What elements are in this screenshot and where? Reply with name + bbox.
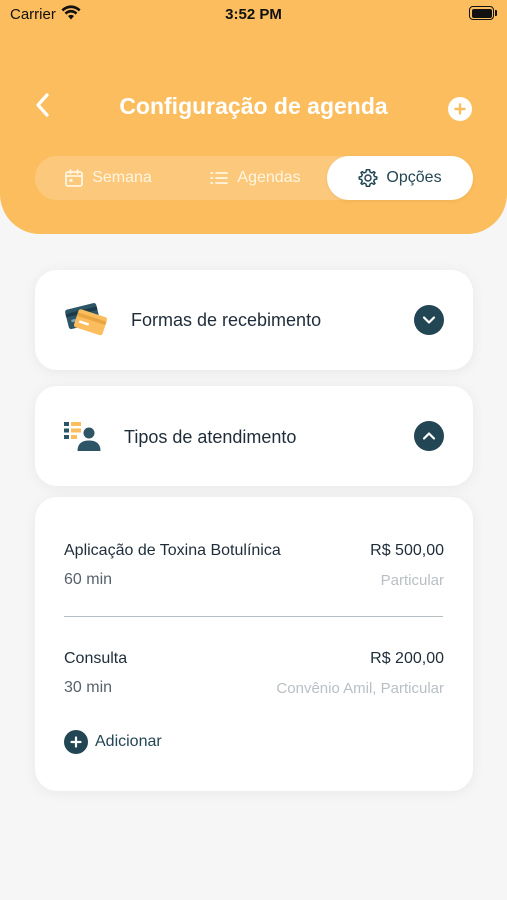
service-duration: 60 min (64, 571, 113, 588)
plus-icon (454, 103, 466, 115)
tab-agendas-label: Agendas (237, 169, 301, 186)
add-service-button[interactable]: Adicionar (64, 730, 162, 754)
service-types-card[interactable]: Tipos de atendimento (35, 386, 473, 486)
service-plans: Particular (380, 572, 444, 589)
person-list-icon (63, 421, 101, 458)
collapse-button[interactable] (414, 421, 444, 451)
tab-opcoes-label: Opções (386, 169, 442, 186)
payment-methods-title: Formas de recebimento (131, 310, 322, 330)
chevron-up-icon (422, 432, 436, 440)
service-plans: Convênio Amil, Particular (276, 680, 444, 697)
segmented-control: Semana Agendas Opções (35, 156, 473, 200)
divider (64, 616, 443, 617)
plus-circle-icon (64, 730, 88, 754)
tab-semana[interactable]: Semana (43, 156, 173, 200)
list-icon (210, 172, 229, 184)
header: Carrier 3:52 PM Configuração de agenda S… (0, 0, 507, 234)
clock: 3:52 PM (225, 6, 282, 23)
status-bar: Carrier 3:52 PM (0, 0, 507, 30)
service-types-title: Tipos de atendimento (124, 427, 297, 447)
payment-methods-card[interactable]: Formas de recebimento (35, 270, 473, 370)
service-name: Aplicação de Toxina Botulínica (64, 542, 281, 559)
tab-opcoes[interactable]: Opções (327, 156, 473, 200)
service-price: R$ 500,00 (370, 542, 444, 559)
chevron-down-icon (422, 316, 436, 324)
service-duration: 30 min (64, 679, 113, 696)
services-list-card: Aplicação de Toxina Botulínica R$ 500,00… (35, 497, 473, 791)
gear-icon (358, 169, 378, 187)
expand-button[interactable] (414, 305, 444, 335)
add-button[interactable] (448, 97, 472, 121)
add-service-label: Adicionar (95, 733, 162, 750)
page-title: Configuração de agenda (119, 93, 388, 119)
calendar-icon (65, 169, 84, 187)
service-price: R$ 200,00 (370, 650, 444, 667)
battery-icon (469, 6, 497, 20)
credit-cards-icon (63, 300, 109, 345)
tab-agendas[interactable]: Agendas (185, 156, 325, 200)
service-name: Consulta (64, 650, 128, 667)
tab-semana-label: Semana (92, 169, 152, 186)
